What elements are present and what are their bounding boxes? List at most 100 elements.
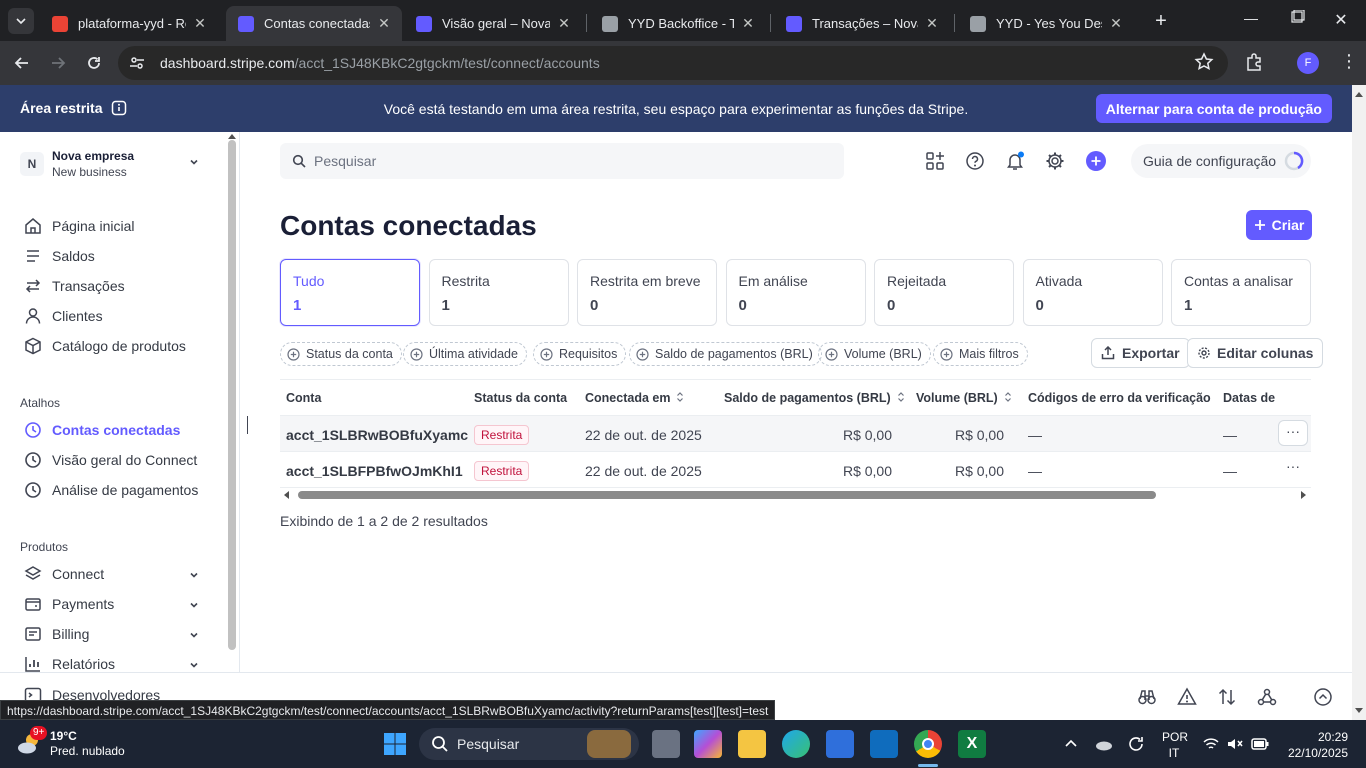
minimize-button[interactable]: — — [1236, 10, 1266, 26]
maximize-button[interactable] — [1282, 10, 1312, 24]
row-actions-button[interactable]: ··· — [1278, 420, 1308, 446]
create-button[interactable]: Criar — [1246, 210, 1312, 240]
address-bar[interactable]: dashboard.stripe.com/acct_1SJ48KBkC2gtgc… — [118, 46, 1228, 80]
chrome-icon[interactable] — [914, 730, 942, 758]
onedrive-icon[interactable] — [1094, 734, 1114, 754]
speaker-muted-icon[interactable] — [1226, 735, 1244, 753]
close-tab-icon[interactable]: ✕ — [1108, 15, 1124, 32]
tab-search-button[interactable] — [8, 8, 34, 34]
site-info-icon[interactable] — [128, 54, 146, 72]
sidebar-item-transa-es[interactable]: Transações — [24, 277, 125, 295]
collapse-up-icon[interactable] — [1313, 687, 1333, 707]
page-scrollbar[interactable] — [1352, 85, 1366, 720]
notifications-bell-icon[interactable] — [1005, 151, 1025, 171]
webhooks-icon[interactable] — [1257, 687, 1277, 707]
sidebar-item-saldos[interactable]: Saldos — [24, 247, 95, 265]
close-tab-icon[interactable]: ✕ — [376, 15, 392, 32]
battery-icon[interactable] — [1250, 735, 1270, 753]
profile-avatar[interactable]: F — [1297, 52, 1319, 74]
browser-tab[interactable]: Contas conectadas – ✕ — [226, 6, 402, 41]
table-horizontal-scrollbar[interactable] — [280, 487, 1311, 503]
close-tab-icon[interactable]: ✕ — [924, 15, 940, 32]
task-view-icon[interactable] — [652, 730, 680, 758]
status-filter-card[interactable]: Restrita em breve 0 — [577, 259, 717, 326]
back-arrow-icon[interactable] — [12, 53, 32, 73]
close-tab-icon[interactable]: ✕ — [740, 15, 756, 32]
close-tab-icon[interactable]: ✕ — [192, 15, 208, 32]
sidebar-item-clientes[interactable]: Clientes — [24, 307, 103, 325]
binoculars-icon[interactable] — [1137, 687, 1157, 707]
status-filter-card[interactable]: Tudo 1 — [280, 259, 420, 326]
sidebar-item-payments[interactable]: Payments — [24, 595, 114, 613]
new-tab-button[interactable]: + — [1150, 10, 1172, 33]
status-filter-card[interactable]: Restrita 1 — [428, 259, 569, 326]
account-id[interactable]: acct_1SLBFPBfwOJmKhI1 — [286, 463, 463, 479]
status-filter-card[interactable]: Em análise 0 — [725, 259, 866, 326]
apps-icon[interactable] — [925, 151, 945, 171]
status-filter-card[interactable]: Ativada 0 — [1022, 259, 1163, 326]
language-indicator[interactable]: POR IT — [1162, 729, 1188, 761]
store-icon[interactable] — [826, 730, 854, 758]
outlook-icon[interactable] — [870, 730, 898, 758]
chevron-down-icon[interactable] — [188, 629, 200, 641]
tray-chevron-up-icon[interactable] — [1064, 736, 1078, 750]
wifi-icon[interactable] — [1202, 735, 1220, 753]
switch-to-production-button[interactable]: Alternar para conta de produção — [1095, 94, 1332, 123]
sidebar-item-connect[interactable]: Connect — [24, 565, 104, 583]
browser-tab[interactable]: Visão geral – Nova em✕ — [404, 6, 582, 41]
chrome-menu-icon[interactable]: ⋮ — [1340, 51, 1358, 71]
browser-tab[interactable]: YYD - Yes You Deserv✕ — [958, 6, 1134, 41]
browser-tab[interactable]: plataforma-yyd - Rep✕ — [40, 6, 218, 41]
reload-icon[interactable] — [84, 53, 104, 73]
row-actions-button[interactable]: ··· — [1278, 456, 1308, 482]
file-explorer-icon[interactable] — [738, 730, 766, 758]
account-id[interactable]: acct_1SLBRwBOBfuXyamc — [286, 427, 468, 443]
filter-chip[interactable]: Mais filtros — [933, 342, 1028, 366]
sidebar-item-relat-rios[interactable]: Relatórios — [24, 655, 115, 672]
filter-chip[interactable]: Requisitos — [533, 342, 627, 366]
windows-start-icon[interactable] — [383, 732, 407, 756]
table-row[interactable]: acct_1SLBFPBfwOJmKhI1 Restrita 22 de out. … — [280, 452, 1311, 488]
sidebar-item-billing[interactable]: Billing — [24, 625, 89, 643]
chevron-down-icon[interactable] — [188, 156, 200, 168]
microsoft365-icon[interactable] — [694, 730, 722, 758]
export-button[interactable]: Exportar — [1091, 338, 1190, 368]
add-circle-icon[interactable] — [1086, 151, 1106, 171]
weather-widget[interactable]: 9+ 19°C Pred. nublado — [14, 726, 125, 760]
chevron-down-icon[interactable] — [188, 569, 200, 581]
system-clock[interactable]: 20:29 22/10/2025 — [1278, 729, 1348, 761]
filter-chip[interactable]: Saldo de pagamentos (BRL) — [629, 342, 822, 366]
sidebar-item-contas-conectadas[interactable]: Contas conectadas — [24, 421, 180, 439]
search-input[interactable]: Pesquisar — [280, 143, 844, 179]
sidebar-item-an-lise-de-pagamentos[interactable]: Análise de pagamentos — [24, 481, 198, 499]
sort-arrows-icon[interactable] — [1217, 687, 1237, 707]
sidebar-item-p-gina-inicial[interactable]: Página inicial — [24, 217, 135, 235]
sync-icon[interactable] — [1126, 734, 1146, 754]
filter-chip[interactable]: Volume (BRL) — [818, 342, 931, 366]
sidebar-resize-handle[interactable] — [247, 416, 248, 434]
taskbar-search[interactable]: Pesquisar — [419, 728, 639, 760]
column-header[interactable]: Saldo de pagamentos (BRL) — [724, 391, 905, 405]
warning-icon[interactable] — [1177, 687, 1197, 707]
column-header[interactable]: Volume (BRL) — [916, 391, 1012, 405]
sidebar-item-vis-o-geral-do-connect[interactable]: Visão geral do Connect — [24, 451, 197, 469]
sidebar-item-cat-logo-de-produtos[interactable]: Catálogo de produtos — [24, 337, 186, 355]
edit-columns-button[interactable]: Editar colunas — [1187, 338, 1324, 368]
close-window-button[interactable]: ✕ — [1326, 10, 1356, 30]
column-header[interactable]: Conectada em — [585, 391, 684, 405]
sidebar-scrollbar[interactable] — [228, 140, 236, 650]
account-switcher[interactable]: N Nova empresa New business — [20, 148, 134, 180]
filter-chip[interactable]: Status da conta — [280, 342, 402, 366]
forward-arrow-icon[interactable] — [48, 53, 68, 73]
bookmark-star-icon[interactable] — [1194, 52, 1214, 72]
chevron-down-icon[interactable] — [188, 599, 200, 611]
edge-browser-icon[interactable] — [782, 730, 810, 758]
close-tab-icon[interactable]: ✕ — [556, 15, 572, 32]
status-filter-card[interactable]: Contas a analisar 1 — [1171, 259, 1311, 326]
extensions-icon[interactable] — [1244, 52, 1264, 72]
settings-gear-icon[interactable] — [1045, 151, 1065, 171]
setup-guide-button[interactable]: Guia de configuração — [1131, 144, 1311, 178]
excel-icon[interactable]: X — [958, 730, 986, 758]
browser-tab[interactable]: YYD Backoffice - Tour✕ — [590, 6, 766, 41]
chevron-down-icon[interactable] — [188, 659, 200, 671]
